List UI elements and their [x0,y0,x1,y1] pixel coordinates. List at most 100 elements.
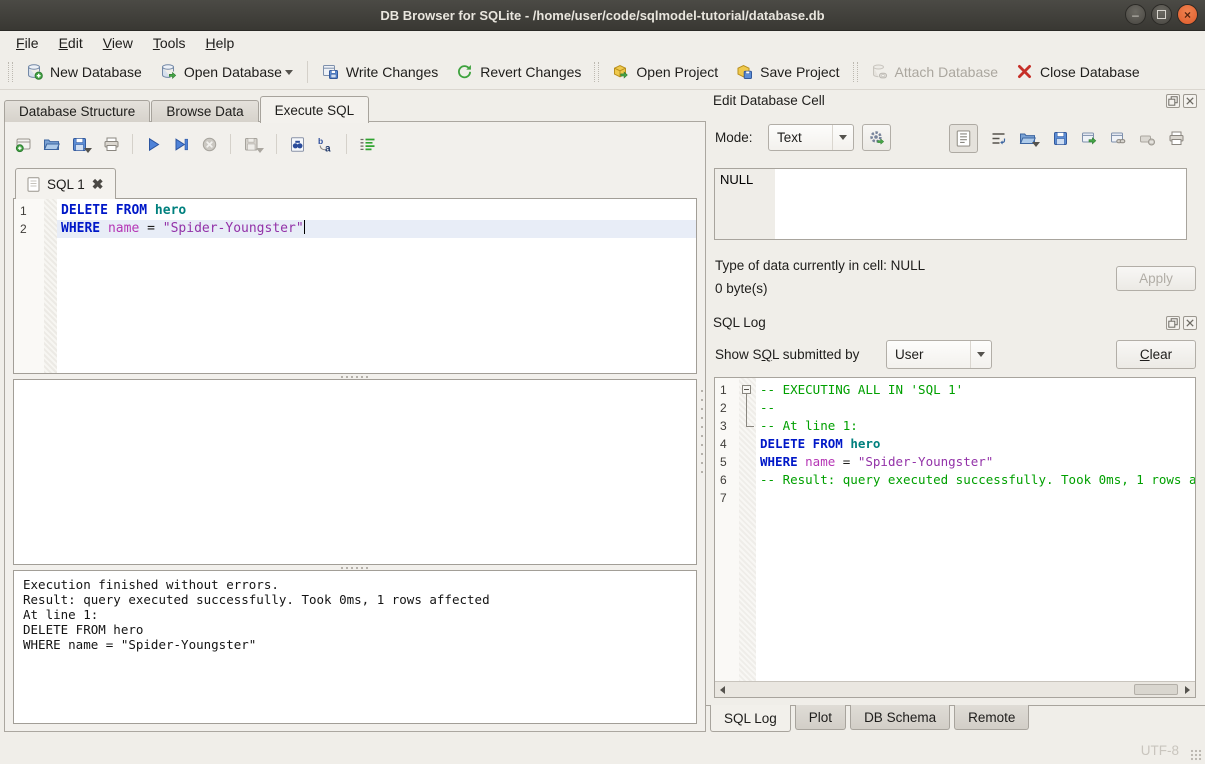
new-database-icon [26,63,43,80]
execution-message-pane[interactable]: Execution finished without errors. Resul… [13,570,697,724]
menu-file[interactable]: File [6,33,49,53]
window-title: DB Browser for SQLite - /home/user/code/… [380,8,824,23]
tab-execute-sql[interactable]: Execute SQL [260,96,370,123]
open-project-button[interactable]: Open Project [603,59,727,84]
close-icon [1185,96,1195,106]
encoding-label: UTF-8 [1141,743,1179,758]
new-sql-tab-icon[interactable] [15,136,32,153]
log-fold-margin[interactable] [739,378,756,682]
toolbar-handle[interactable] [853,62,858,82]
message-line: WHERE name = "Spider-Youngster" [23,637,687,652]
export-to-file-icon[interactable] [1052,130,1069,147]
tab-database-structure[interactable]: Database Structure [4,100,150,122]
menu-help[interactable]: Help [196,33,245,53]
menu-view[interactable]: View [93,33,143,53]
print-cell-icon[interactable] [1168,130,1185,147]
minimize-button[interactable]: – [1125,4,1146,25]
print-icon[interactable] [103,136,120,153]
write-changes-label: Write Changes [346,64,438,80]
vertical-splitter-handle[interactable] [701,390,703,474]
resize-grip[interactable] [1190,749,1202,761]
text-mode-toggle-button[interactable] [949,124,978,153]
dock-tab-sql-log[interactable]: SQL Log [710,705,791,732]
db-browser-window: DB Browser for SQLite - /home/user/code/… [0,0,1205,764]
fold-collapse-icon[interactable] [742,385,751,394]
sql-tab[interactable]: SQL 1 ✖ [15,168,116,199]
cell-edit-area[interactable] [775,169,1186,239]
sql-toolbar-separator [132,134,133,154]
float-panel-button[interactable] [1166,316,1180,330]
title-bar[interactable]: DB Browser for SQLite - /home/user/code/… [0,0,1205,31]
auto-format-icon[interactable] [359,136,376,153]
main-tab-bar: Database Structure Browse Data Execute S… [4,95,370,122]
float-panel-button[interactable] [1166,94,1180,108]
import-from-file-button[interactable] [1019,130,1040,147]
toolbar-handle[interactable] [8,62,13,82]
open-sql-file-icon[interactable] [43,136,60,153]
save-sql-dropdown-icon[interactable] [84,148,92,153]
clear-log-button[interactable]: Clear [1116,340,1196,369]
stop-execution-icon [201,136,218,153]
write-changes-button[interactable]: Write Changes [313,59,447,84]
cell-value-text: NULL [715,169,775,239]
cell-editor-toolbar [949,123,1185,153]
word-wrap-icon[interactable] [990,130,1007,147]
mode-combo[interactable]: Text [768,124,854,151]
menu-bar: File Edit View Tools Help [0,31,1205,54]
save-results-dropdown-icon [256,148,264,153]
attach-database-label: Attach Database [895,64,999,80]
sql-log-view[interactable]: 12 34 56 7 -- EXECUTING ALL IN 'SQL 1' -… [714,377,1196,698]
auto-switch-mode-button[interactable] [862,124,891,151]
attach-database-icon [871,63,888,80]
editor-code-area[interactable]: DELETE FROM hero WHERE name = "Spider-Yo… [57,199,696,373]
tab-browse-data[interactable]: Browse Data [151,100,258,122]
copy-link-icon[interactable] [1110,130,1127,147]
sql-toolbar: ba [15,131,376,157]
results-grid-pane[interactable] [13,379,697,565]
execute-current-line-icon[interactable] [173,136,190,153]
message-line: Execution finished without errors. [23,577,687,592]
editor-line-current: WHERE name = "Spider-Youngster" [57,220,696,238]
sql-toolbar-separator [230,134,231,154]
write-changes-icon [322,63,339,80]
find-icon[interactable] [289,136,306,153]
open-database-dropdown-icon[interactable] [285,70,293,75]
save-project-button[interactable]: Save Project [727,59,848,84]
close-panel-button[interactable] [1183,94,1197,108]
execute-all-icon[interactable] [145,136,162,153]
close-database-icon [1016,63,1033,80]
close-sql-tab-icon[interactable]: ✖ [92,176,104,193]
import-dropdown-icon[interactable] [1032,142,1040,147]
set-as-null-icon [1139,130,1156,147]
cell-value-editor[interactable]: NULL [714,168,1187,240]
save-project-icon [736,63,753,80]
dock-tab-plot[interactable]: Plot [795,705,846,730]
log-filter-value: User [887,347,970,362]
scroll-left-icon[interactable] [715,682,730,697]
float-icon [1168,96,1178,106]
log-line-numbers: 12 34 56 7 [715,378,739,682]
menu-edit[interactable]: Edit [49,33,93,53]
new-database-button[interactable]: New Database [17,59,151,84]
close-button[interactable]: × [1177,4,1198,25]
sql-editor[interactable]: 1 2 DELETE FROM hero WHERE name = "Spide… [13,198,697,374]
toolbar-handle[interactable] [594,62,599,82]
menu-tools[interactable]: Tools [143,33,196,53]
close-panel-button[interactable] [1183,316,1197,330]
open-in-external-icon[interactable] [1081,130,1098,147]
cell-size-info: 0 byte(s) [715,281,768,296]
scrollbar-thumb[interactable] [1134,684,1178,695]
save-sql-file-button[interactable] [71,136,92,153]
maximize-button[interactable] [1151,4,1172,25]
dock-tab-remote[interactable]: Remote [954,705,1029,730]
close-database-button[interactable]: Close Database [1007,59,1149,84]
editor-line-numbers: 1 2 [14,199,44,373]
log-horizontal-scrollbar[interactable] [715,681,1195,697]
log-filter-combo[interactable]: User [886,340,992,369]
revert-changes-button[interactable]: Revert Changes [447,59,590,84]
open-database-button[interactable]: Open Database [151,59,302,84]
dock-tab-db-schema[interactable]: DB Schema [850,705,950,730]
sql-toolbar-separator [346,134,347,154]
find-and-replace-icon[interactable]: ba [317,136,334,153]
scroll-right-icon[interactable] [1180,682,1195,697]
